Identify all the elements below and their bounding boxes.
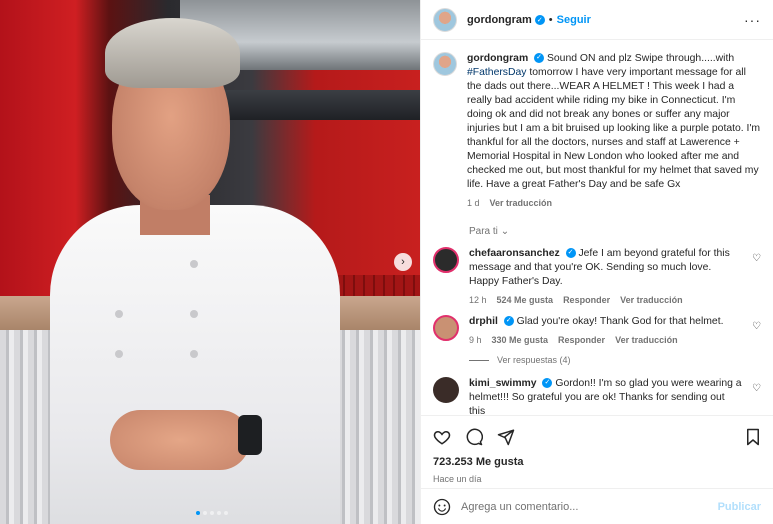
- comment-item: chefaaronsanchez ✓ Jefe I am beyond grat…: [433, 247, 761, 305]
- verified-badge-icon: ✓: [534, 14, 545, 25]
- carousel-dot: [196, 511, 200, 515]
- publish-button[interactable]: Publicar: [718, 501, 761, 513]
- avatar[interactable]: [433, 247, 459, 273]
- jacket-button: [115, 310, 123, 318]
- follow-button[interactable]: Seguir: [557, 14, 591, 26]
- comments-scroll[interactable]: gordongram ✓ Sound ON and plz Swipe thro…: [421, 40, 773, 415]
- caption-body: gordongram ✓ Sound ON and plz Swipe thro…: [467, 52, 761, 192]
- comment-username[interactable]: chefaaronsanchez: [469, 248, 560, 259]
- likes-count[interactable]: 723.253 Me gusta: [433, 456, 761, 468]
- caption-text: Sound ON and plz Swipe through.....with: [546, 53, 735, 64]
- post-side-panel: gordongram ✓ • Seguir ··· gordongram ✓ S…: [420, 0, 773, 524]
- reply-button[interactable]: Responder: [563, 295, 610, 305]
- carousel-dot: [210, 511, 214, 515]
- caption: gordongram ✓ Sound ON and plz Swipe thro…: [433, 52, 761, 208]
- hashtag-link[interactable]: #FathersDay: [467, 67, 526, 78]
- reply-button[interactable]: Responder: [558, 335, 605, 345]
- verified-badge-icon: ✓: [542, 378, 553, 389]
- heart-icon[interactable]: ♡: [752, 321, 761, 332]
- caption-time[interactable]: 1 d: [467, 198, 480, 208]
- chef-figure: [40, 10, 350, 524]
- comment-body: drphil ✓ Glad you're okay! Thank God for…: [469, 315, 741, 329]
- wrist-watch: [238, 415, 262, 455]
- comment-time[interactable]: 12 h: [469, 295, 487, 305]
- heart-icon[interactable]: ♡: [752, 253, 761, 264]
- jacket-button: [115, 350, 123, 358]
- avatar[interactable]: [433, 7, 457, 32]
- caption-username[interactable]: gordongram: [467, 53, 528, 64]
- comment-body: chefaaronsanchez ✓ Jefe I am beyond grat…: [469, 247, 761, 289]
- carousel-dots: [196, 511, 228, 515]
- emoji-icon[interactable]: [433, 498, 451, 516]
- chef-jacket: [50, 205, 340, 524]
- for-you-filter[interactable]: Para ti ⌄: [469, 226, 761, 237]
- comment-meta: 12 h 524 Me gusta Responder Ver traducci…: [469, 295, 761, 305]
- post-dialog: › gordongram ✓ • Seguir ··· gordongram ✓…: [0, 0, 773, 524]
- chevron-down-icon: ⌄: [500, 226, 510, 237]
- comment-item: kimi_swimmy ✓ Gordon!! I'm so glad you w…: [433, 377, 761, 415]
- carousel-dot: [203, 511, 207, 515]
- view-replies-label: Ver respuestas (4): [497, 355, 571, 365]
- send-icon[interactable]: [497, 428, 515, 446]
- avatar[interactable]: [433, 315, 459, 341]
- heart-icon[interactable]: [433, 428, 451, 446]
- caption-meta: 1 d Ver traducción: [467, 198, 761, 208]
- translate-link[interactable]: Ver traducción: [620, 295, 683, 305]
- jacket-button: [190, 350, 198, 358]
- jacket-button: [190, 260, 198, 268]
- comment-username[interactable]: kimi_swimmy: [469, 378, 537, 389]
- for-you-label: Para ti: [469, 226, 498, 237]
- comment-icon[interactable]: [465, 428, 483, 446]
- avatar[interactable]: [433, 377, 459, 403]
- comment-item: drphil ✓ Glad you're okay! Thank God for…: [433, 315, 761, 345]
- chevron-right-icon[interactable]: ›: [394, 253, 412, 271]
- view-replies-button[interactable]: Ver respuestas (4): [469, 355, 761, 365]
- comment-likes[interactable]: 524 Me gusta: [497, 295, 554, 305]
- post-actions: 723.253 Me gusta Hace un día: [421, 415, 773, 488]
- translate-link[interactable]: Ver traducción: [490, 198, 553, 208]
- bookmark-icon[interactable]: [745, 428, 761, 446]
- carousel-dot: [217, 511, 221, 515]
- avatar[interactable]: [433, 52, 457, 76]
- comment-time[interactable]: 9 h: [469, 335, 482, 345]
- add-comment-bar: Publicar: [421, 488, 773, 524]
- comment-likes[interactable]: 330 Me gusta: [492, 335, 549, 345]
- author-username[interactable]: gordongram: [467, 14, 532, 26]
- jacket-button: [190, 310, 198, 318]
- comment-input[interactable]: [461, 500, 708, 513]
- heart-icon[interactable]: ♡: [752, 383, 761, 394]
- verified-badge-icon: ✓: [565, 248, 576, 259]
- translate-link[interactable]: Ver traducción: [615, 335, 678, 345]
- comment-body: kimi_swimmy ✓ Gordon!! I'm so glad you w…: [469, 377, 761, 415]
- comment-text: Glad you're okay! Thank God for that hel…: [516, 316, 724, 327]
- chef-hands: [110, 410, 250, 470]
- carousel-dot: [224, 511, 228, 515]
- caption-text-rest: tomorrow I have very important message f…: [467, 67, 761, 190]
- more-horizontal-icon[interactable]: ···: [744, 12, 761, 28]
- post-time[interactable]: Hace un día: [433, 474, 761, 484]
- verified-badge-icon: ✓: [503, 316, 514, 327]
- post-header: gordongram ✓ • Seguir ···: [421, 0, 773, 40]
- verified-badge-icon: ✓: [534, 53, 545, 64]
- post-media[interactable]: ›: [0, 0, 420, 524]
- comment-meta: 9 h 330 Me gusta Responder Ver traducció…: [469, 335, 741, 345]
- action-icon-row: [433, 424, 761, 450]
- chef-hair: [105, 18, 240, 88]
- divider: [469, 359, 489, 361]
- header-separator: •: [548, 13, 553, 26]
- comment-username[interactable]: drphil: [469, 316, 498, 327]
